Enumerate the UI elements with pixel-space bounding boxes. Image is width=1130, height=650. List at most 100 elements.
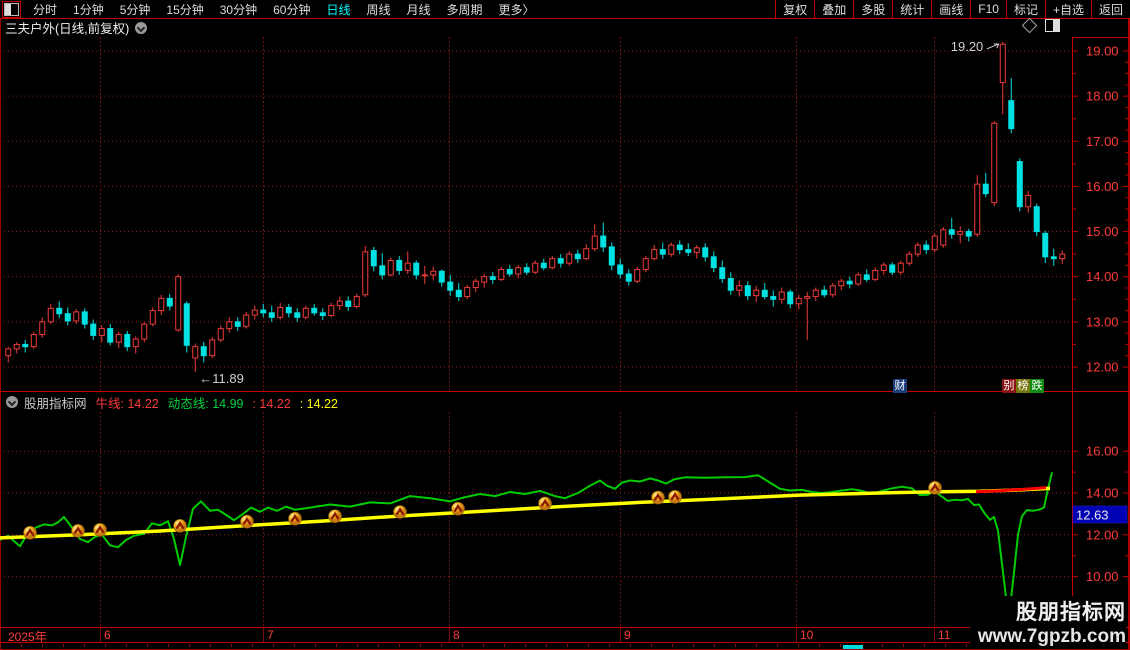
menu-item-F10[interactable]: F10 xyxy=(970,0,1006,18)
menu-item-复权[interactable]: 复权 xyxy=(775,0,814,18)
menu-item-周线[interactable]: 周线 xyxy=(358,0,398,19)
candle xyxy=(727,278,734,291)
candle xyxy=(668,244,675,255)
window-layout-icon[interactable] xyxy=(2,0,21,18)
candle xyxy=(107,328,114,343)
candle xyxy=(931,235,938,251)
candle xyxy=(744,285,751,297)
candle xyxy=(396,259,403,271)
menu-item-30分钟[interactable]: 30分钟 xyxy=(212,0,265,19)
candle xyxy=(838,280,845,287)
candle xyxy=(719,267,726,280)
candle xyxy=(73,311,80,322)
candle xyxy=(498,268,505,280)
candle xyxy=(200,346,207,357)
candle xyxy=(251,309,258,316)
month-tick xyxy=(796,628,797,642)
candle xyxy=(226,321,233,330)
menu-item-1分钟[interactable]: 1分钟 xyxy=(65,0,112,19)
candle xyxy=(464,287,471,298)
candle xyxy=(549,258,556,269)
event-badge-别[interactable]: 别 xyxy=(1002,379,1016,393)
price-tag-value: 12.63 xyxy=(1076,508,1109,523)
menu-item-日线[interactable]: 日线 xyxy=(318,0,358,19)
menu-item-更多〉[interactable]: 更多〉 xyxy=(491,0,543,19)
candle xyxy=(702,247,709,258)
candle xyxy=(710,256,717,269)
candle xyxy=(557,258,564,264)
y-axis-label: 14.00 xyxy=(1086,486,1119,501)
candle xyxy=(243,314,250,327)
indicator-value: 动态线: 14.99 xyxy=(167,396,244,411)
candle xyxy=(965,231,972,237)
candle xyxy=(132,338,139,348)
menu-item-5分钟[interactable]: 5分钟 xyxy=(112,0,159,19)
candle xyxy=(957,231,964,235)
candle xyxy=(906,253,913,264)
menu-item-+自选[interactable]: +自选 xyxy=(1044,0,1091,18)
candle xyxy=(523,267,530,273)
event-badge-跌[interactable]: 跌 xyxy=(1030,379,1044,393)
month-label: 7 xyxy=(267,628,274,642)
chart-canvas[interactable]: 19.00 18.00 17.00 16.00 15.00 14.00 13.00 12.00… xyxy=(0,0,1130,650)
event-badge-榜[interactable]: 榜 xyxy=(1016,379,1030,393)
candle xyxy=(115,333,122,343)
watermark-site-name: 股朋指标网 xyxy=(1016,601,1126,624)
menu-item-统计[interactable]: 统计 xyxy=(892,0,931,18)
indicator-header: 股朋指标网 牛线: 14.22 动态线: 14.99: 14.22: 14.22 xyxy=(0,393,1070,411)
menu-item-叠加[interactable]: 叠加 xyxy=(814,0,853,18)
menu-item-画线[interactable]: 画线 xyxy=(931,0,970,18)
month-label: 10 xyxy=(800,628,814,642)
diamond-icon[interactable] xyxy=(1021,17,1038,34)
candle xyxy=(387,259,394,276)
menu-item-标记[interactable]: 标记 xyxy=(1005,0,1045,18)
chevron-down-icon[interactable] xyxy=(135,21,148,34)
candle xyxy=(923,244,930,251)
split-pane-icon[interactable] xyxy=(1045,19,1060,32)
menu-item-多周期[interactable]: 多周期 xyxy=(439,0,491,19)
candle xyxy=(889,264,896,273)
y-axis-label: 13.00 xyxy=(1086,314,1119,329)
menu-item-月线[interactable]: 月线 xyxy=(399,0,439,19)
candle xyxy=(634,268,641,282)
candle xyxy=(506,268,513,275)
candle xyxy=(311,307,318,314)
watermark-url: www.7gpzb.com xyxy=(977,626,1126,647)
candle xyxy=(353,296,360,307)
candle xyxy=(149,310,156,325)
month-tick xyxy=(620,628,621,642)
month-tick xyxy=(263,628,264,642)
menu-item-60分钟[interactable]: 60分钟 xyxy=(265,0,318,19)
candle xyxy=(778,291,785,300)
watermark: 股朋指标网 www.7gpzb.com xyxy=(969,596,1126,648)
candle xyxy=(489,276,496,280)
month-tick xyxy=(100,628,101,642)
menu-item-返回[interactable]: 返回 xyxy=(1090,0,1130,18)
candle xyxy=(336,300,343,307)
candle xyxy=(982,183,989,195)
candle xyxy=(98,328,105,336)
menu-item-多股[interactable]: 多股 xyxy=(853,0,892,18)
date-axis: 2025年 6 7 8 9 10 11 xyxy=(0,627,1130,644)
y-axis-label: 10.00 xyxy=(1086,569,1119,584)
candle xyxy=(1033,206,1040,233)
candle xyxy=(974,183,981,235)
candle xyxy=(693,247,700,253)
candle xyxy=(413,262,420,276)
candle xyxy=(999,43,1006,84)
candle xyxy=(1016,161,1023,208)
indicator-collapse-icon[interactable] xyxy=(6,396,18,408)
month-tick xyxy=(934,628,935,642)
month-label: 9 xyxy=(624,628,631,642)
candle xyxy=(991,122,998,204)
candle xyxy=(855,274,862,285)
y-axis-label: 14.00 xyxy=(1086,269,1119,284)
candle xyxy=(56,307,63,315)
menu-item-15分钟[interactable]: 15分钟 xyxy=(158,0,211,19)
event-badge-财[interactable]: 财 xyxy=(893,379,907,393)
candle xyxy=(872,269,879,280)
candle xyxy=(421,274,428,277)
menu-item-分时[interactable]: 分时 xyxy=(25,0,65,19)
y-axis-label: 16.00 xyxy=(1086,444,1119,459)
candle xyxy=(515,267,522,275)
